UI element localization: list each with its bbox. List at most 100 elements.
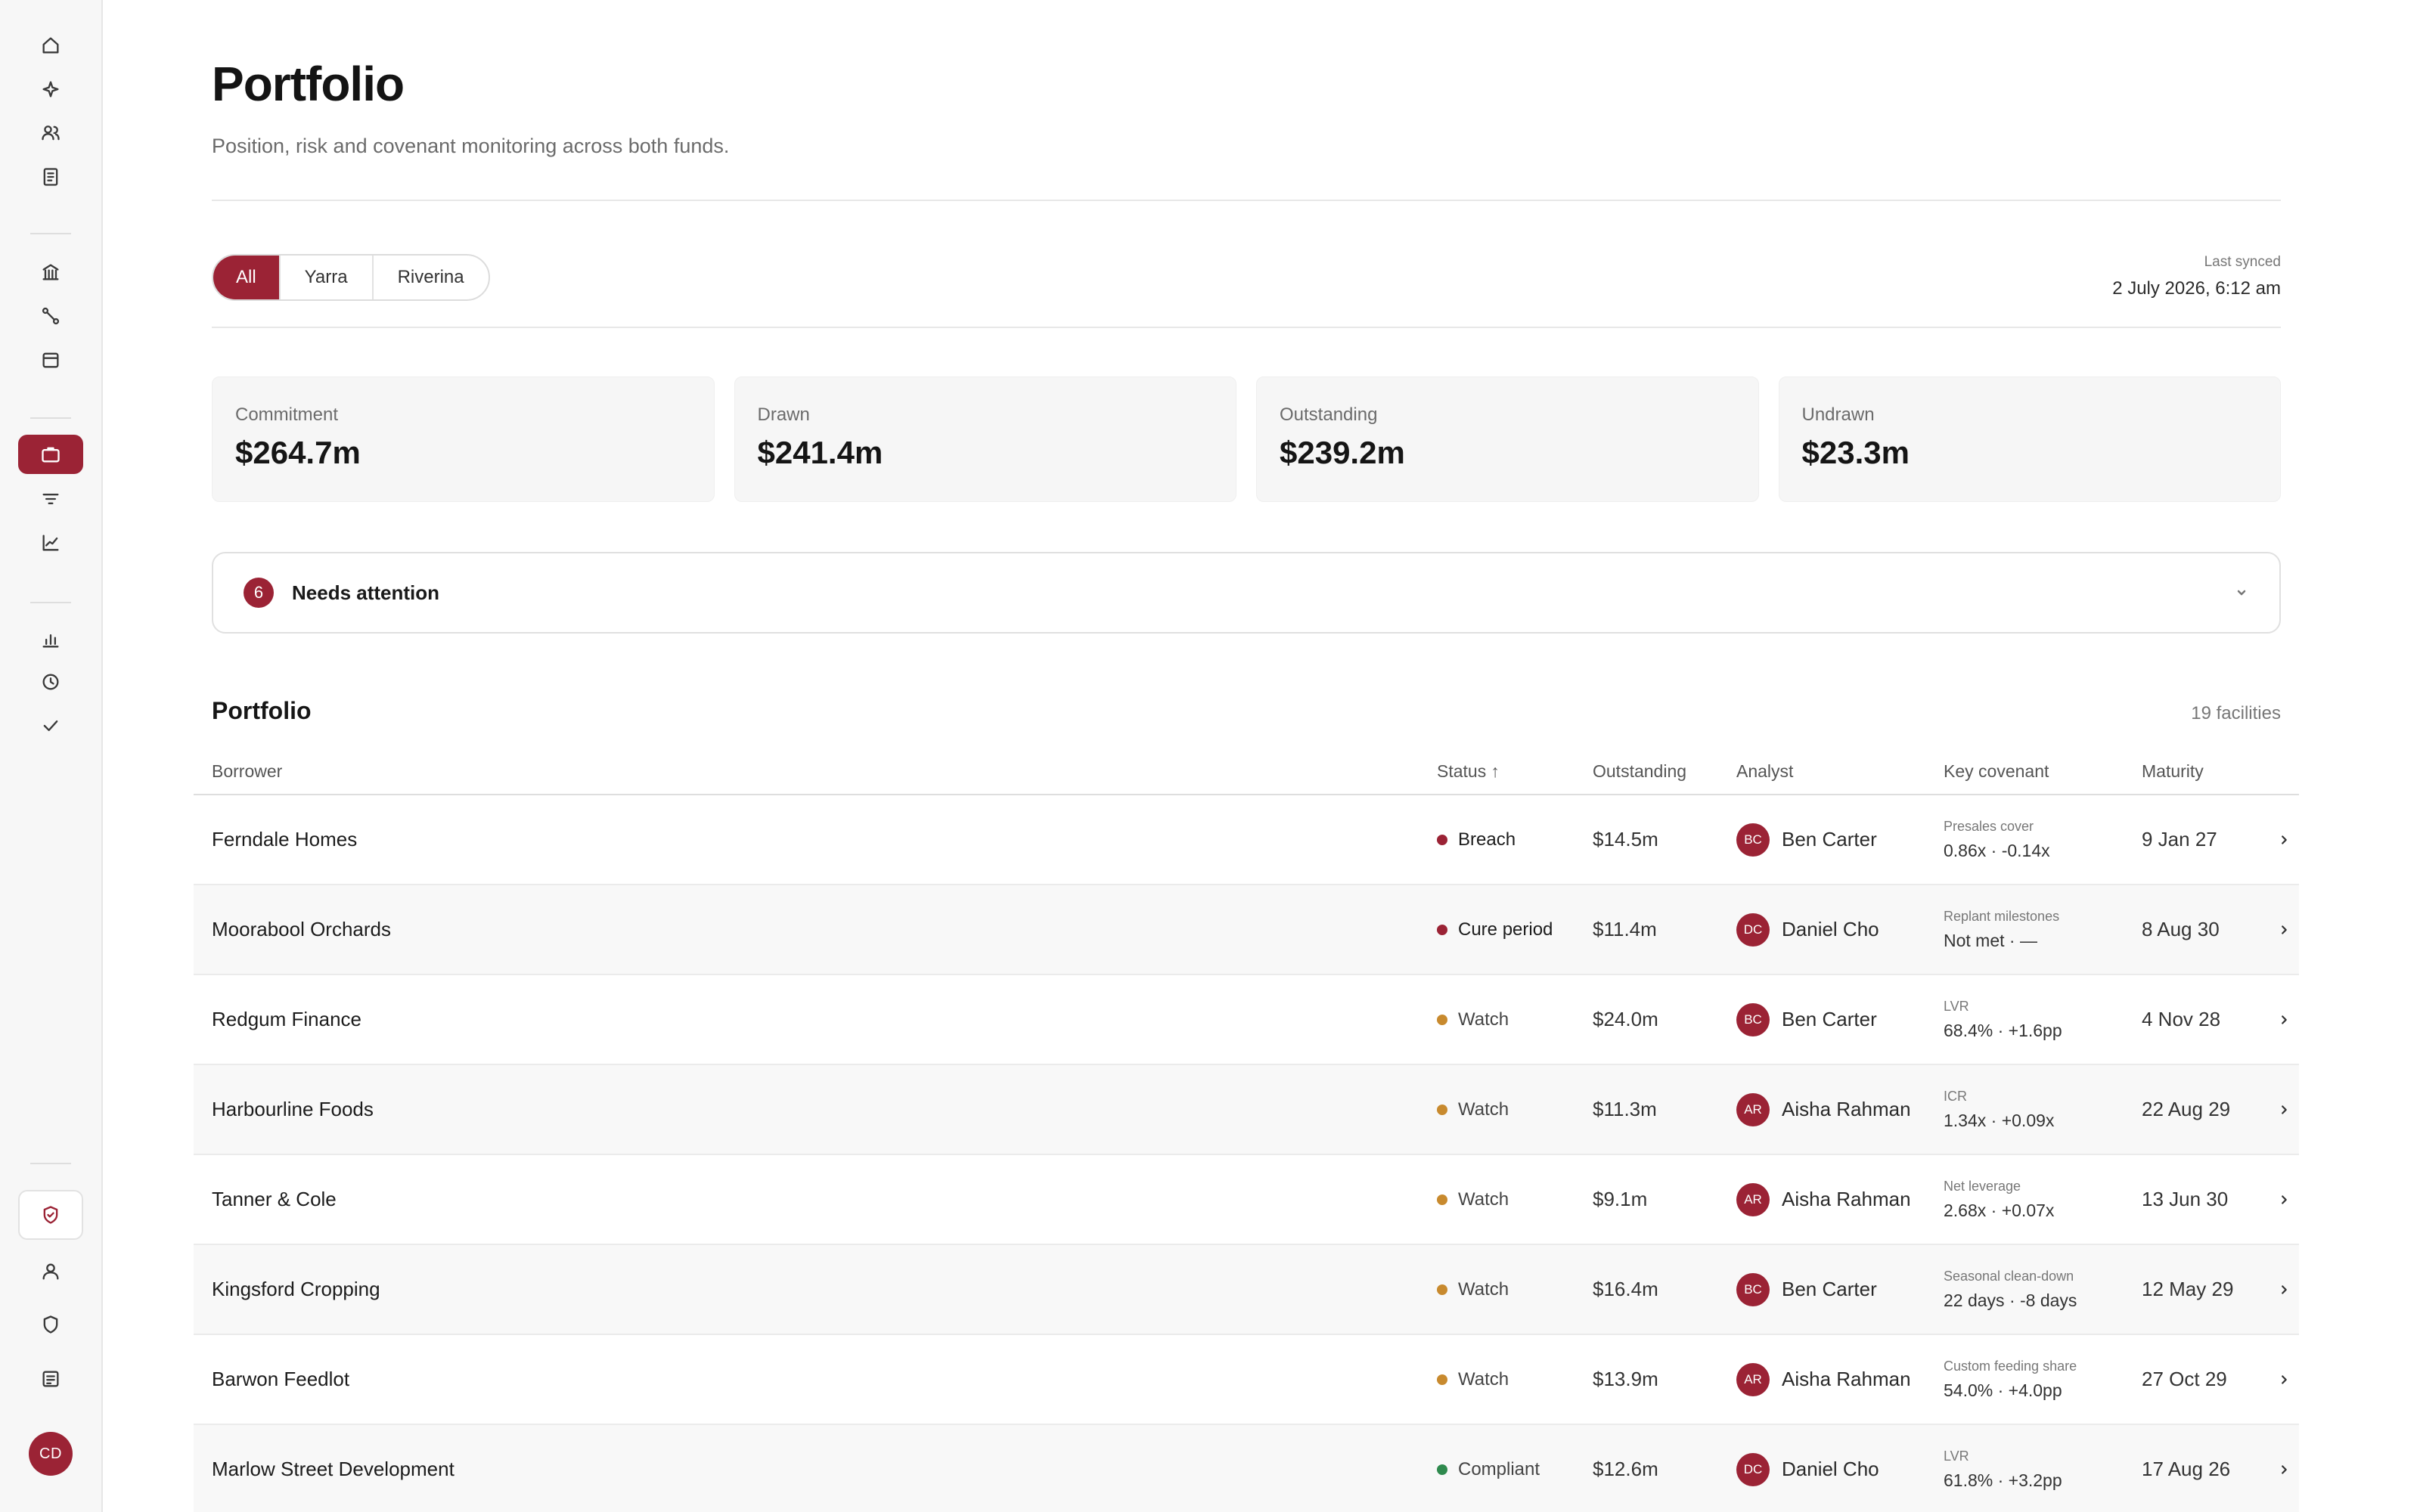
line-chart-icon[interactable]	[18, 523, 83, 562]
filter-icon[interactable]	[18, 479, 83, 519]
chevron-right-icon[interactable]	[2269, 1013, 2299, 1027]
check-icon[interactable]	[18, 706, 83, 745]
metric-label: Commitment	[235, 404, 339, 425]
col-maturity[interactable]: Maturity	[2142, 761, 2269, 782]
notes-icon[interactable]	[18, 1359, 83, 1399]
analyst-name: Daniel Cho	[1782, 1458, 1879, 1480]
status-dot	[1437, 924, 1447, 935]
analyst-name: Ben Carter	[1782, 1278, 1877, 1300]
analyst-cell: AR Aisha Rahman	[1736, 1362, 1944, 1396]
maturity-date: 27 Oct 29	[2142, 1368, 2227, 1390]
chevron-right-icon[interactable]	[2269, 1373, 2299, 1387]
status-dot	[1437, 1014, 1447, 1025]
chevron-right-icon[interactable]	[2269, 1193, 2299, 1207]
bar-chart-icon[interactable]	[18, 620, 83, 659]
analyst-cell: DC Daniel Cho	[1736, 1452, 1944, 1486]
sidebar-divider	[30, 233, 71, 234]
sparkle-icon[interactable]	[18, 70, 83, 109]
facilities-count: 19 facilities	[2191, 703, 2281, 723]
document-icon[interactable]	[18, 157, 83, 197]
table-row[interactable]: Moorabool Orchards Cure period $11.4m DC…	[194, 885, 2299, 975]
outstanding-amount: $14.5m	[1593, 828, 1658, 850]
table-row[interactable]: Marlow Street Development Compliant $12.…	[194, 1425, 2299, 1512]
analyst-name: Aisha Rahman	[1782, 1188, 1911, 1210]
calendar-icon[interactable]	[18, 340, 83, 380]
covenant-value: Not met · —	[1944, 930, 2037, 950]
col-analyst[interactable]: Analyst	[1736, 761, 1944, 782]
table-header: Borrower Status ↑ Outstanding Analyst Ke…	[194, 748, 2299, 795]
status-dot	[1437, 1194, 1447, 1205]
attention-label: Needs attention	[292, 581, 440, 604]
analyst-name: Ben Carter	[1782, 1008, 1877, 1030]
user-avatar[interactable]: CD	[29, 1432, 73, 1476]
sidebar-divider	[30, 1163, 71, 1164]
metric-cards: Commitment $264.7m Drawn $241.4m Outstan…	[212, 376, 2281, 502]
analyst-name: Ben Carter	[1782, 828, 1877, 850]
analyst-cell: BC Ben Carter	[1736, 1002, 1944, 1036]
shield-check-icon[interactable]	[18, 1190, 83, 1240]
route-icon[interactable]	[18, 296, 83, 336]
chevron-right-icon[interactable]	[2269, 1283, 2299, 1297]
status-cell: Watch	[1437, 1279, 1593, 1300]
metric-value: $239.2m	[1280, 435, 1405, 470]
clock-icon[interactable]	[18, 662, 83, 702]
borrower-name: Harbourline Foods	[212, 1098, 374, 1120]
maturity-date: 17 Aug 26	[2142, 1458, 2231, 1480]
filter-all[interactable]: All	[213, 256, 281, 299]
col-status[interactable]: Status ↑	[1437, 761, 1593, 782]
user-icon[interactable]	[18, 1252, 83, 1291]
metric-card-drawn: Drawn $241.4m	[734, 376, 1236, 502]
col-borrower[interactable]: Borrower	[194, 761, 1437, 782]
table-row[interactable]: Redgum Finance Watch $24.0m BC Ben Carte…	[194, 975, 2299, 1065]
covenant-value: 68.4% · +1.6pp	[1944, 1020, 2062, 1040]
shield-icon[interactable]	[18, 1305, 83, 1344]
chevron-right-icon[interactable]	[2269, 1103, 2299, 1117]
status-label: Watch	[1458, 1368, 1509, 1390]
status-dot	[1437, 1464, 1447, 1475]
analyst-avatar: BC	[1736, 823, 1770, 857]
metric-value: $264.7m	[235, 435, 361, 470]
status-cell: Watch	[1437, 1099, 1593, 1120]
table-row[interactable]: Tanner & Cole Watch $9.1m AR Aisha Rahma…	[194, 1155, 2299, 1245]
covenant-cell: LVR 68.4% · +1.6pp	[1944, 999, 2142, 1041]
users-icon[interactable]	[18, 113, 83, 153]
status-dot	[1437, 1374, 1447, 1385]
outstanding-amount: $11.4m	[1593, 918, 1657, 940]
borrower-name: Ferndale Homes	[212, 828, 358, 850]
needs-attention-panel[interactable]: 6 Needs attention	[212, 552, 2281, 634]
borrower-name: Moorabool Orchards	[212, 918, 391, 940]
covenant-value: 61.8% · +3.2pp	[1944, 1470, 2062, 1490]
metric-value: $241.4m	[757, 435, 883, 470]
maturity-date: 8 Aug 30	[2142, 918, 2220, 940]
analyst-avatar: AR	[1736, 1362, 1770, 1396]
bank-icon[interactable]	[18, 253, 83, 292]
col-outstanding[interactable]: Outstanding	[1593, 761, 1736, 782]
home-icon[interactable]	[18, 26, 83, 65]
last-synced-label: Last synced	[2204, 254, 2281, 270]
filter-yarra[interactable]: Yarra	[281, 256, 374, 299]
covenant-cell: Net leverage 2.68x · +0.07x	[1944, 1179, 2142, 1221]
covenant-name: Net leverage	[1944, 1178, 2021, 1194]
analyst-avatar: DC	[1736, 1452, 1770, 1486]
table-row[interactable]: Kingsford Cropping Watch $16.4m BC Ben C…	[194, 1245, 2299, 1335]
briefcase-icon[interactable]	[18, 435, 83, 474]
chevron-down-icon[interactable]	[2234, 585, 2249, 600]
status-cell: Cure period	[1437, 919, 1593, 940]
covenant-cell: Seasonal clean-down 22 days · -8 days	[1944, 1269, 2142, 1311]
metric-label: Undrawn	[1801, 404, 1875, 425]
chevron-right-icon[interactable]	[2269, 833, 2299, 847]
analyst-cell: DC Daniel Cho	[1736, 912, 1944, 947]
analyst-avatar: BC	[1736, 1002, 1770, 1036]
filter-riverina[interactable]: Riverina	[374, 256, 489, 299]
chevron-right-icon[interactable]	[2269, 923, 2299, 937]
table-row[interactable]: Ferndale Homes Breach $14.5m BC Ben Cart…	[194, 795, 2299, 885]
table-row[interactable]: Barwon Feedlot Watch $13.9m AR Aisha Rah…	[194, 1335, 2299, 1425]
col-key-covenant[interactable]: Key covenant	[1944, 761, 2142, 782]
table-body: Ferndale Homes Breach $14.5m BC Ben Cart…	[194, 795, 2299, 1512]
chevron-right-icon[interactable]	[2269, 1463, 2299, 1476]
table-row[interactable]: Harbourline Foods Watch $11.3m AR Aisha …	[194, 1065, 2299, 1155]
sort-ascending-icon: ↑	[1491, 761, 1500, 781]
analyst-cell: AR Aisha Rahman	[1736, 1092, 1944, 1126]
page-subtitle: Position, risk and covenant monitoring a…	[212, 135, 730, 157]
covenant-value: 2.68x · +0.07x	[1944, 1200, 2055, 1220]
